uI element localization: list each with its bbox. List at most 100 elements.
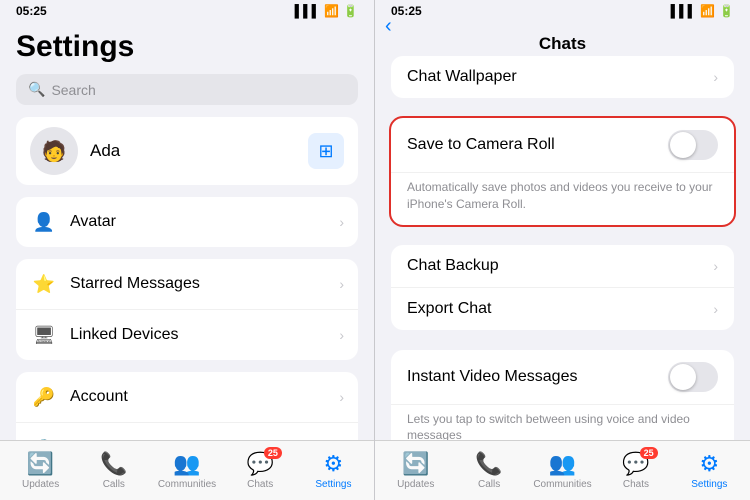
wallpaper-chevron: › (713, 69, 718, 85)
starred-icon: ⭐ (30, 270, 58, 298)
section-starred-linked: ⭐ Starred Messages › 🖥 Linked Devices › (16, 259, 358, 360)
toggle-knob (670, 132, 696, 158)
item-linked[interactable]: 🖥 Linked Devices › (16, 310, 358, 360)
camera-roll-subtext: Automatically save photos and videos you… (391, 173, 734, 225)
tab-settings[interactable]: ⚙ Settings (297, 451, 370, 490)
item-avatar[interactable]: 👤 Avatar › (16, 197, 358, 247)
chats-tab-label: Chats (247, 479, 273, 490)
backup-label: Chat Backup (407, 257, 703, 275)
linked-chevron: › (339, 327, 344, 343)
section-backup-export: Chat Backup › Export Chat › (391, 245, 734, 330)
back-button[interactable]: ‹ (385, 15, 392, 38)
item-privacy[interactable]: 🔒 Privacy › (16, 423, 358, 440)
right-time: 05:25 (391, 4, 422, 18)
right-updates-label: Updates (397, 479, 434, 490)
item-account[interactable]: 🔑 Account › (16, 372, 358, 423)
tab-updates[interactable]: 🔄 Updates (4, 451, 77, 490)
right-battery: 🔋 (719, 4, 734, 18)
linked-icon: 🖥 (30, 321, 58, 349)
wallpaper-label: Chat Wallpaper (407, 68, 703, 86)
right-calls-icon: 📞 (475, 451, 502, 477)
section-video-messages: Instant Video Messages Lets you tap to s… (391, 350, 734, 440)
right-content: Chat Wallpaper › Save to Camera Roll Aut… (375, 44, 750, 440)
profile-section[interactable]: 🧑 Ada ⊞ (16, 117, 358, 185)
left-panel: 05:25 ▌▌▌ 📶 🔋 Settings 🔍 Search 🧑 Ada ⊞ … (0, 0, 375, 500)
right-signal: ▌▌▌ (671, 4, 697, 18)
instant-video-label: Instant Video Messages (407, 368, 658, 386)
communities-icon: 👥 (173, 451, 200, 477)
right-settings-icon: ⚙ (699, 451, 719, 477)
right-tab-bar: 🔄 Updates 📞 Calls 👥 Communities 💬 25 Cha… (375, 440, 750, 500)
right-communities-label: Communities (533, 479, 591, 490)
qr-icon[interactable]: ⊞ (308, 133, 344, 169)
right-wifi: 📶 (700, 4, 715, 18)
left-status-bar: 05:25 ▌▌▌ 📶 🔋 (0, 0, 374, 22)
instant-video-toggle[interactable] (668, 362, 718, 392)
account-label: Account (70, 388, 327, 406)
tab-calls[interactable]: 📞 Calls (77, 451, 150, 490)
qr-icon-symbol: ⊞ (318, 141, 333, 162)
video-subtext: Lets you tap to switch between using voi… (391, 405, 734, 440)
right-settings-label: Settings (691, 479, 727, 490)
right-panel: 05:25 ▌▌▌ 📶 🔋 ‹ Chats Chat Wallpaper › S… (375, 0, 750, 500)
updates-label: Updates (22, 479, 59, 490)
settings-icon: ⚙ (324, 451, 344, 477)
left-time: 05:25 (16, 4, 47, 18)
communities-label: Communities (158, 479, 216, 490)
right-chats-badge: 25 (640, 447, 658, 459)
right-tab-settings[interactable]: ⚙ Settings (673, 451, 746, 490)
settings-tab-label: Settings (315, 479, 351, 490)
camera-roll-label: Save to Camera Roll (407, 136, 658, 154)
linked-label: Linked Devices (70, 326, 327, 344)
item-starred[interactable]: ⭐ Starred Messages › (16, 259, 358, 310)
section-camera-roll: Save to Camera Roll Automatically save p… (391, 118, 734, 225)
calls-label: Calls (103, 479, 125, 490)
left-status-icons: ▌▌▌ 📶 🔋 (295, 4, 358, 18)
camera-roll-toggle[interactable] (668, 130, 718, 160)
starred-label: Starred Messages (70, 275, 327, 293)
item-camera-roll[interactable]: Save to Camera Roll (391, 118, 734, 173)
right-tab-calls[interactable]: 📞 Calls (452, 451, 525, 490)
avatar-label: Avatar (70, 213, 327, 231)
settings-title: Settings (0, 22, 374, 74)
starred-chevron: › (339, 276, 344, 292)
section-main-settings: 🔑 Account › 🔒 Privacy › 💬 Chats › 🔔 Noti… (16, 372, 358, 440)
wifi-icon: 📶 (324, 4, 339, 18)
right-tab-updates[interactable]: 🔄 Updates (379, 451, 452, 490)
avatar-icon: 👤 (30, 208, 58, 236)
signal-icon: ▌▌▌ (295, 4, 321, 18)
item-instant-video[interactable]: Instant Video Messages (391, 350, 734, 405)
right-communities-icon: 👥 (549, 451, 576, 477)
profile-name: Ada (90, 141, 296, 161)
battery-icon: 🔋 (343, 4, 358, 18)
calls-icon: 📞 (100, 451, 127, 477)
search-icon: 🔍 (28, 81, 45, 98)
video-toggle-knob (670, 364, 696, 390)
right-status-bar: 05:25 ▌▌▌ 📶 🔋 (375, 0, 750, 22)
right-status-icons: ▌▌▌ 📶 🔋 (671, 4, 734, 18)
backup-chevron: › (713, 258, 718, 274)
settings-list: 🧑 Ada ⊞ 👤 Avatar › ⭐ Starred Messages › … (0, 117, 374, 440)
account-chevron: › (339, 389, 344, 405)
search-bar[interactable]: 🔍 Search (16, 74, 358, 105)
export-label: Export Chat (407, 300, 703, 318)
account-icon: 🔑 (30, 383, 58, 411)
section-wallpaper: Chat Wallpaper › (391, 56, 734, 98)
avatar: 🧑 (30, 127, 78, 175)
item-backup[interactable]: Chat Backup › (391, 245, 734, 288)
updates-icon: 🔄 (27, 451, 54, 477)
left-tab-bar: 🔄 Updates 📞 Calls 👥 Communities 💬 25 Cha… (0, 440, 374, 500)
right-tab-chats[interactable]: 💬 25 Chats (599, 451, 672, 490)
right-page-title: Chats (539, 34, 586, 54)
right-chats-label: Chats (623, 479, 649, 490)
avatar-chevron: › (339, 214, 344, 230)
item-wallpaper[interactable]: Chat Wallpaper › (391, 56, 734, 98)
right-updates-icon: 🔄 (402, 451, 429, 477)
section-avatar: 👤 Avatar › (16, 197, 358, 247)
tab-chats-left[interactable]: 💬 25 Chats (224, 451, 297, 490)
chats-badge: 25 (264, 447, 282, 459)
right-calls-label: Calls (478, 479, 500, 490)
item-export[interactable]: Export Chat › (391, 288, 734, 330)
tab-communities[interactable]: 👥 Communities (150, 451, 223, 490)
right-tab-communities[interactable]: 👥 Communities (526, 451, 599, 490)
